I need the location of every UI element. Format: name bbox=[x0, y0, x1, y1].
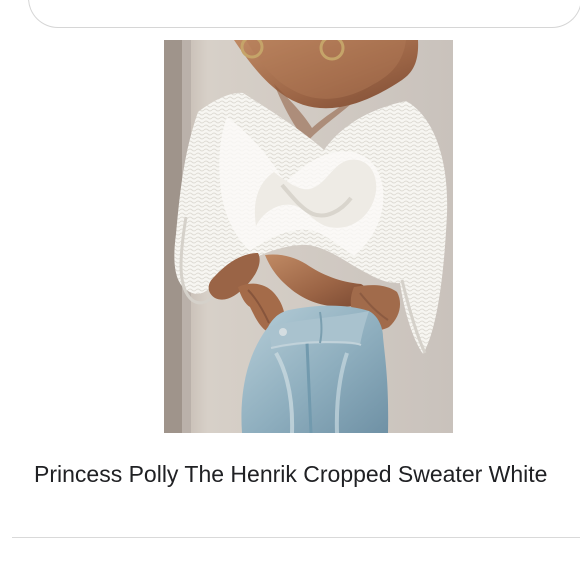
previous-result-card-edge bbox=[28, 0, 580, 28]
shopping-result-card[interactable]: Princess Polly The Henrik Cropped Sweate… bbox=[0, 28, 580, 538]
product-title[interactable]: Princess Polly The Henrik Cropped Sweate… bbox=[34, 458, 554, 490]
product-image[interactable] bbox=[164, 40, 453, 433]
product-photo bbox=[164, 40, 453, 433]
result-divider bbox=[12, 537, 580, 538]
